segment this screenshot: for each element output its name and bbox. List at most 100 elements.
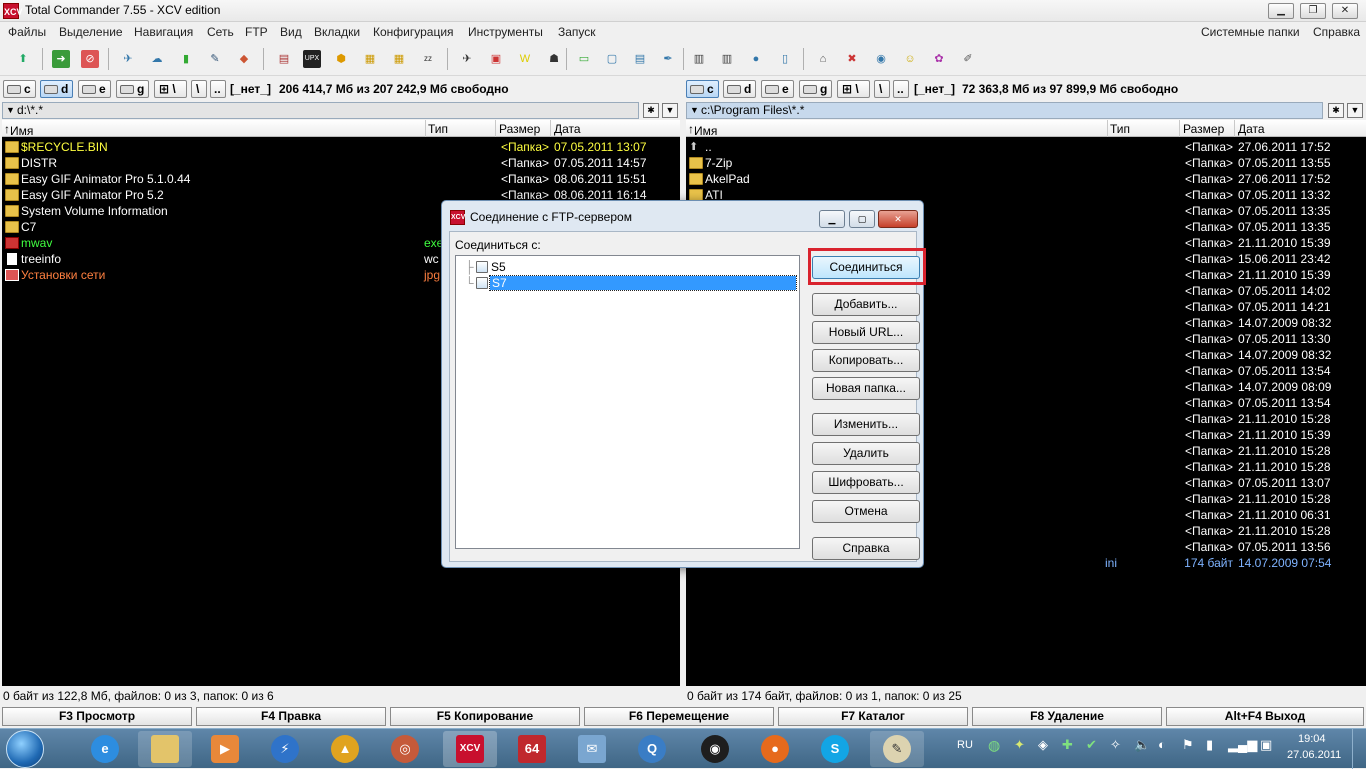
menu-tools[interactable]: Инструменты [468, 25, 543, 39]
menu-files[interactable]: Файлы [8, 25, 46, 39]
tray-signal-icon[interactable]: ▂▄▆ [1228, 737, 1257, 753]
menu-help[interactable]: Справка [1313, 25, 1360, 39]
f8-delete-button[interactable]: F8 Удаление [972, 707, 1162, 726]
film-icon[interactable]: ▥ [690, 50, 708, 68]
minimize-button[interactable]: ▁ [1268, 3, 1294, 19]
tray-app5-icon[interactable]: ✧ [1110, 737, 1121, 753]
tray-volume-icon[interactable]: 🔈 [1134, 737, 1150, 753]
taskbar-media[interactable]: ▶ [198, 731, 252, 767]
new-folder-button[interactable]: Новая папка... [812, 377, 920, 400]
left-filter-button[interactable]: ✱ [643, 103, 659, 118]
server-item-s7[interactable]: └ S7 [456, 275, 798, 291]
edit-button[interactable]: Изменить... [812, 413, 920, 436]
connect-button[interactable]: Соединиться [812, 256, 920, 279]
restore-button[interactable]: ❐ [1300, 3, 1326, 19]
start-button-icon[interactable] [6, 730, 44, 768]
show-desktop-button[interactable] [1352, 729, 1366, 769]
smile-icon[interactable]: ☺ [901, 50, 919, 68]
tool-icon[interactable]: ✎ [206, 50, 224, 68]
taskbar-mail[interactable]: ✉ [565, 731, 619, 767]
f3-view-button[interactable]: F3 Просмотр [2, 707, 192, 726]
notes-icon[interactable]: ▭ [575, 50, 593, 68]
f6-move-button[interactable]: F6 Перемещение [584, 707, 774, 726]
chart-icon[interactable]: ▮ [177, 50, 195, 68]
left-col-size[interactable]: Размер [499, 122, 540, 136]
file-row[interactable]: 7-Zip <Папка> 07.05.2011 13:55 [686, 155, 1366, 171]
hat-icon[interactable]: ⌂ [814, 50, 832, 68]
noconnect-icon[interactable]: ✖ [843, 50, 861, 68]
upx-icon[interactable]: UPX [303, 50, 321, 68]
file-row[interactable]: AkelPad <Папка> 27.06.2011 17:52 [686, 171, 1366, 187]
taskbar-browser[interactable]: ◎ [378, 731, 432, 767]
menu-tabs[interactable]: Вкладки [314, 25, 360, 39]
taskbar-total-commander[interactable]: XCV [443, 731, 497, 767]
left-drive-e[interactable]: e [78, 80, 111, 98]
gift-icon[interactable]: ✿ [930, 50, 948, 68]
calc-icon[interactable]: ▤ [631, 50, 649, 68]
brush-icon[interactable]: ✐ [959, 50, 977, 68]
left-drive-g[interactable]: g [116, 80, 149, 98]
right-col-name[interactable]: ↑ Имя [688, 122, 717, 138]
tray-utorrent-icon[interactable]: ◍ [988, 737, 1000, 754]
f4-edit-button[interactable]: F4 Правка [196, 707, 386, 726]
tray-app1-icon[interactable]: ✦ [1014, 737, 1025, 753]
tray-app4-icon[interactable]: ✔ [1086, 737, 1097, 753]
left-path-bar[interactable]: ▼ d:\*.* [2, 102, 639, 119]
left-hotlist-button[interactable]: ▼ [662, 103, 678, 118]
tray-flag-icon[interactable]: ⚑ [1182, 737, 1194, 753]
w-icon[interactable]: W [516, 50, 534, 68]
right-drive-c[interactable]: c [686, 80, 719, 98]
close-window-button[interactable]: ✕ [1332, 3, 1358, 19]
right-col-date[interactable]: Дата [1238, 122, 1265, 136]
dialog-close-button[interactable]: ✕ [878, 210, 918, 228]
taskbar-paint[interactable]: ✎ [870, 731, 924, 767]
left-drive-d[interactable]: d [40, 80, 73, 98]
tray-app2-icon[interactable]: ◈ [1038, 737, 1048, 753]
right-root-button[interactable]: \ [874, 80, 890, 98]
menu-selection[interactable]: Выделение [59, 25, 123, 39]
dialog-maximize-button[interactable]: ▢ [849, 210, 875, 228]
left-history-icon[interactable]: ▼ [6, 103, 15, 118]
file-row[interactable]: ⬆.. <Папка> 27.06.2011 17:52 [686, 139, 1366, 155]
taskbar-app-q[interactable]: Q [625, 731, 679, 767]
right-col-type[interactable]: Тип [1110, 122, 1130, 136]
tray-network-icon[interactable]: ▣ [1260, 737, 1272, 753]
file-row[interactable]: $RECYCLE.BIN <Папка> 07.05.2011 13:07 [2, 139, 680, 155]
taskbar-firefox[interactable]: ● [748, 731, 802, 767]
delete-button[interactable]: Удалить [812, 442, 920, 465]
menu-view[interactable]: Вид [280, 25, 302, 39]
menu-configuration[interactable]: Конфигурация [373, 25, 454, 39]
copy-button[interactable]: Копировать... [812, 349, 920, 372]
right-drive-d[interactable]: d [723, 80, 756, 98]
dialog-minimize-button[interactable]: ▁ [819, 210, 845, 228]
cube-icon[interactable]: ◆ [235, 50, 253, 68]
help-button[interactable]: Справка [812, 537, 920, 560]
menu-network[interactable]: Сеть [207, 25, 234, 39]
unpack-icon[interactable]: ☁ [148, 50, 166, 68]
xcv-icon[interactable]: ▣ [487, 50, 505, 68]
tray-app6-icon[interactable]: ◐ [1158, 737, 1166, 752]
taskbar-aimp[interactable]: ▲ [318, 731, 372, 767]
pack-icon[interactable]: ✈ [119, 50, 137, 68]
clock-date[interactable]: 27.06.2011 [1287, 749, 1341, 761]
f7-mkdir-button[interactable]: F7 Каталог [778, 707, 968, 726]
phone-icon[interactable]: ▯ [776, 50, 794, 68]
archive-icon[interactable]: ▤ [275, 50, 293, 68]
altf4-exit-button[interactable]: Alt+F4 Выход [1166, 707, 1364, 726]
pen-icon[interactable]: ✒ [659, 50, 677, 68]
right-hotlist-button[interactable]: ▼ [1347, 103, 1363, 118]
left-col-type[interactable]: Тип [428, 122, 448, 136]
right-network-button[interactable]: ⊞ \ [837, 80, 870, 98]
taskbar-skype[interactable]: S [808, 731, 862, 767]
file-row[interactable]: Easy GIF Animator Pro 5.1.0.44 <Папка> 08.… [2, 171, 680, 187]
enter-icon[interactable]: ➜ [52, 50, 70, 68]
cancel-button[interactable]: Отмена [812, 500, 920, 523]
server-item-s5[interactable]: ├ S5 [456, 259, 798, 275]
right-path-bar[interactable]: ▼ c:\Program Files\*.* [686, 102, 1323, 119]
plane-icon[interactable]: ✈ [458, 50, 476, 68]
taskbar-ie[interactable]: e [78, 731, 132, 767]
new-url-button[interactable]: Новый URL... [812, 321, 920, 344]
person-icon[interactable]: ☗ [545, 50, 563, 68]
tray-app3-icon[interactable]: ✚ [1062, 737, 1073, 753]
server-list[interactable]: ├ S5 └ S7 [455, 255, 800, 549]
